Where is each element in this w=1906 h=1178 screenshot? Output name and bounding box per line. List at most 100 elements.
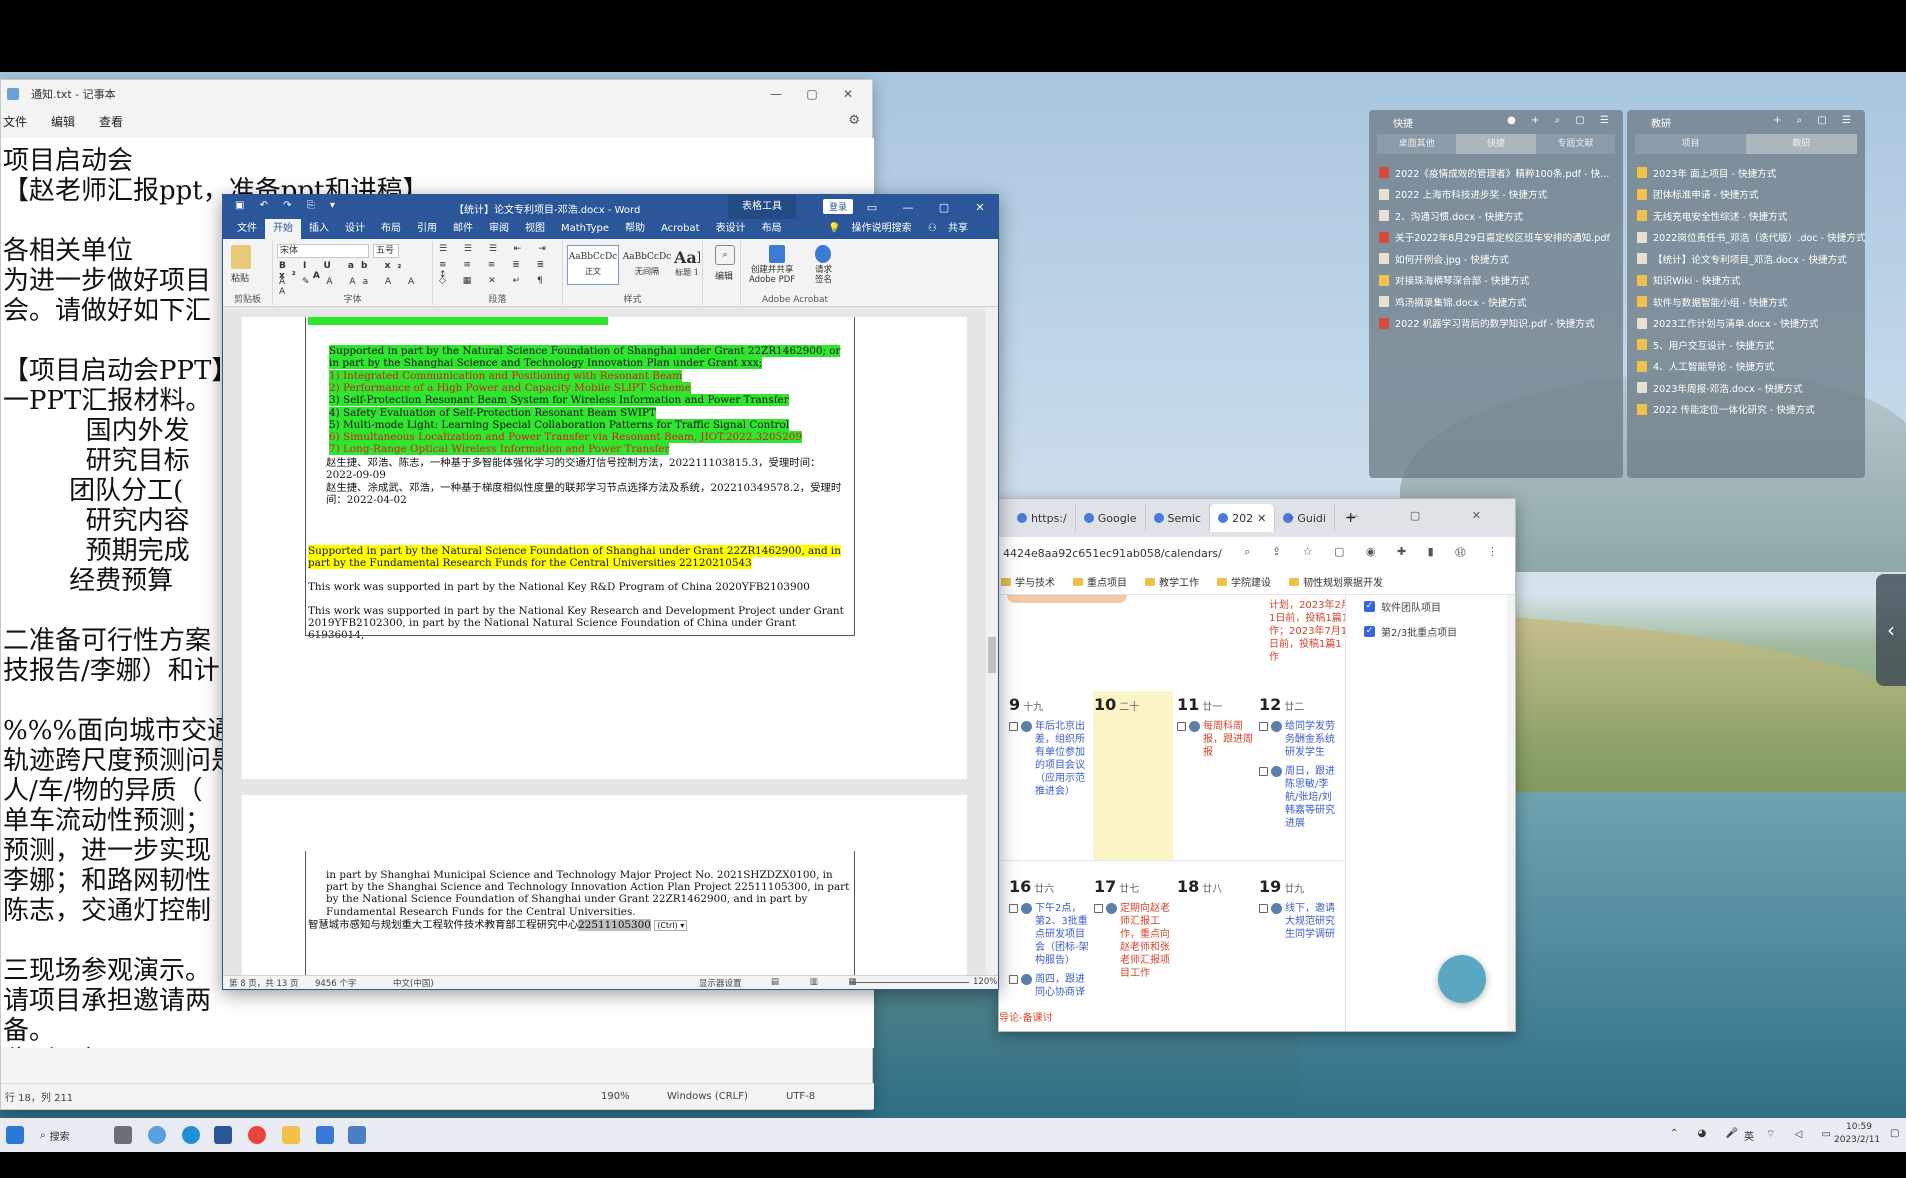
event-checkbox[interactable]: [1259, 904, 1268, 913]
event-checkbox[interactable]: [1009, 904, 1018, 913]
edge-icon[interactable]: [182, 1126, 200, 1144]
close-button[interactable]: ✕: [962, 195, 998, 219]
event-checkbox[interactable]: [1177, 722, 1186, 731]
patent-2[interactable]: 赵生捷、涂成武、邓浩，一种基于梯度相似性度量的联邦学习节点选择方法及系统，202…: [326, 482, 849, 506]
scrollbar[interactable]: [1507, 595, 1515, 1031]
funding-page2[interactable]: in part by Shanghai Municipal Science an…: [326, 869, 850, 918]
notepad-taskbar-icon[interactable]: [348, 1126, 366, 1144]
ribbon-tab-13[interactable]: 布局: [754, 219, 790, 239]
side-panel-handle[interactable]: ‹: [1876, 574, 1906, 686]
calendar-event[interactable]: 给同学发劳务酬金系统研发学生: [1259, 720, 1341, 759]
calendar-event[interactable]: 周日，跟进陈思敏/李航/张培/刘韩嘉等研究进展: [1259, 765, 1341, 830]
shortcut-item[interactable]: 2022 机器学习背后的数学知识.pdf - 快捷方式: [1379, 313, 1623, 335]
event-pill[interactable]: [1007, 595, 1127, 603]
calendar-event[interactable]: 每周科周报，跟进周报: [1177, 720, 1259, 759]
ribbon-tab-1[interactable]: 开始: [265, 219, 301, 239]
login-button[interactable]: 登录: [823, 199, 854, 214]
tray-icons[interactable]: ⌃ ◕ 🎤: [1670, 1128, 1746, 1139]
paper-list-item[interactable]: 1) Integrated Communication and Position…: [329, 370, 849, 382]
shading-icons[interactable]: ◇ ▦ ✕ ↵ ¶: [439, 276, 550, 286]
browser-tab[interactable]: 202 ✕: [1210, 504, 1276, 532]
shortcut-item[interactable]: 5、用户交互设计 - 快捷方式: [1637, 334, 1865, 356]
chrome-icon[interactable]: [248, 1126, 266, 1144]
shortcut-item[interactable]: 4、人工智能导论 - 快捷方式: [1637, 356, 1865, 378]
zoom-percent[interactable]: 120%: [973, 977, 997, 987]
calendar-day[interactable]: 11 廿一 每周科周报，跟进周报: [1177, 695, 1259, 759]
vertical-scrollbar[interactable]: [986, 307, 998, 979]
style-heading-1[interactable]: AaBl标题 1: [673, 245, 701, 285]
checkbox-icon[interactable]: ✓: [1364, 626, 1375, 637]
shortcut-item[interactable]: 【统计】论文专利项目_邓浩.docx - 快捷方式: [1637, 248, 1865, 270]
shortcut-item[interactable]: 无线充电安全性综述 - 快捷方式: [1637, 205, 1865, 227]
paper-list[interactable]: 1) Integrated Communication and Position…: [329, 370, 849, 456]
ime-indicator[interactable]: 英: [1744, 1128, 1754, 1143]
funding-yellow[interactable]: Supported in part by the Natural Science…: [308, 545, 849, 570]
maximize-button[interactable]: ▢: [926, 195, 962, 219]
calendar-event[interactable]: 定期向赵老师汇报工作，重点向赵老师和张老师汇报项目工作: [1094, 902, 1176, 980]
fence-tab[interactable]: 快捷: [1456, 134, 1536, 154]
calendar-event[interactable]: 年后北京出差，组织所有单位参加的项目会议（应用示范推进会）: [1009, 720, 1091, 798]
shortcut-item[interactable]: 2022《疫情成效的管理者》精粹100条.pdf - 快...: [1379, 162, 1623, 184]
bookmark-item[interactable]: 学院建设: [1217, 574, 1271, 589]
shortcut-item[interactable]: 2、沟通习惯.docx - 快捷方式: [1379, 205, 1623, 227]
calendar-day[interactable]: 16 廿六 下午2点，第2、3批重点研发项目会（团标-架构服告） 周四，跟进同心协商译: [1009, 877, 1091, 999]
ribbon-tab-4[interactable]: 布局: [373, 219, 409, 239]
ribbon-tab-11[interactable]: Acrobat: [653, 219, 708, 239]
tell-me-search[interactable]: 💡 操作说明搜索: [820, 219, 928, 239]
style-normal[interactable]: AaBbCcDc 正文: [567, 245, 619, 285]
ribbon-display-icon[interactable]: ▭: [854, 195, 890, 219]
calendar-option[interactable]: ✓ 第2/3批重点项目: [1364, 624, 1515, 639]
bookmark-item[interactable]: 韧性规划票据开发: [1289, 574, 1383, 589]
ribbon-tab-10[interactable]: 帮助: [617, 219, 653, 239]
maximize-button[interactable]: ▢: [794, 80, 830, 108]
style-no-spacing[interactable]: AaBbCcDc 无间隔: [621, 245, 673, 285]
ribbon-tab-2[interactable]: 插入: [301, 219, 337, 239]
language[interactable]: 中文(中国): [393, 977, 434, 989]
fence-tools-icon[interactable]: ● + ⌕ ▢ ☰: [1507, 115, 1615, 126]
shortcut-item[interactable]: 2022 传能定位一体化研究 - 快捷方式: [1637, 399, 1865, 421]
zoom-slider[interactable]: [849, 982, 969, 983]
start-icon[interactable]: [6, 1126, 24, 1144]
create-pdf-icon[interactable]: [769, 245, 785, 263]
calendar-event[interactable]: 线下，邀请大规范研究生同学调研: [1259, 902, 1341, 941]
fence-tab[interactable]: 教研: [1746, 134, 1857, 154]
funding-national-key-2[interactable]: This work was supported in part by the N…: [308, 605, 849, 642]
minimize-button[interactable]: —: [890, 195, 926, 219]
request-sign-icon[interactable]: [815, 245, 831, 263]
share-button[interactable]: ⚇ 共享: [920, 219, 984, 239]
paper-list-item[interactable]: 5) Multi-mode Light: Learning Special Co…: [329, 418, 849, 431]
window-controls[interactable]: ⌄ — ▢ ✕: [1287, 509, 1505, 522]
calendar-day[interactable]: 10 二十: [1094, 695, 1176, 714]
bookmark-item[interactable]: 教学工作: [1145, 574, 1199, 589]
find-icon[interactable]: ⌕: [715, 245, 735, 265]
event-checkbox[interactable]: [1259, 767, 1268, 776]
fence-tab[interactable]: 项目: [1635, 134, 1746, 154]
font-name-box[interactable]: 宋体: [277, 244, 369, 258]
event-checkbox[interactable]: [1009, 722, 1018, 731]
scroll-thumb[interactable]: [988, 637, 996, 673]
calendar-option[interactable]: ✓ 软件团队项目: [1364, 599, 1515, 614]
calendar-day[interactable]: 9 十九 年后北京出差，组织所有单位参加的项目会议（应用示范推进会）: [1009, 695, 1091, 798]
calendar-event[interactable]: 周四，跟进同心协商译: [1009, 973, 1091, 999]
toolbar-icons[interactable]: ⌕ ⇪ ☆ ▢ ◉ ✚ ▮ Ⓗ ⋮: [1244, 545, 1507, 559]
bookmark-item[interactable]: 学与技术: [1001, 574, 1055, 589]
shortcut-item[interactable]: 2023工作计划与清单.docx - 快捷方式: [1637, 313, 1865, 335]
ribbon-tab-6[interactable]: 邮件: [445, 219, 481, 239]
event-checkbox[interactable]: [1009, 975, 1018, 984]
display-settings[interactable]: 显示器设置: [699, 977, 742, 989]
browser-tab[interactable]: Semic: [1146, 504, 1211, 532]
research-center-line[interactable]: 智慧城市感知与规划重大工程软件技术教育部工程研究中心22511105300 (C…: [308, 919, 849, 932]
address-bar[interactable]: 4424e8aa92c651ec91ab058/calendars/ ⌕ ⇪ ☆…: [999, 537, 1515, 569]
notification-icon[interactable]: ▢: [1890, 1128, 1899, 1139]
close-tab-icon[interactable]: ✕: [1257, 512, 1266, 525]
calendar-event[interactable]: 计划，2023年2月1日前，投稿1篇1作；2023年7月1日前，投稿1篇1作: [1269, 599, 1351, 664]
fence-tools-icon[interactable]: + ⌕ ▢ ☰: [1773, 115, 1857, 126]
close-button[interactable]: ✕: [830, 80, 866, 108]
paste-icon[interactable]: [231, 245, 251, 269]
menu-view[interactable]: 查看: [99, 113, 123, 130]
menu-file[interactable]: 文件: [3, 113, 27, 130]
checkbox-icon[interactable]: ✓: [1364, 601, 1375, 612]
paper-list-item[interactable]: 3) Self-Protection Resonant Beam System …: [329, 394, 849, 407]
chat-fab-button[interactable]: [1438, 955, 1486, 1003]
word-count[interactable]: 9456 个字: [315, 977, 356, 989]
